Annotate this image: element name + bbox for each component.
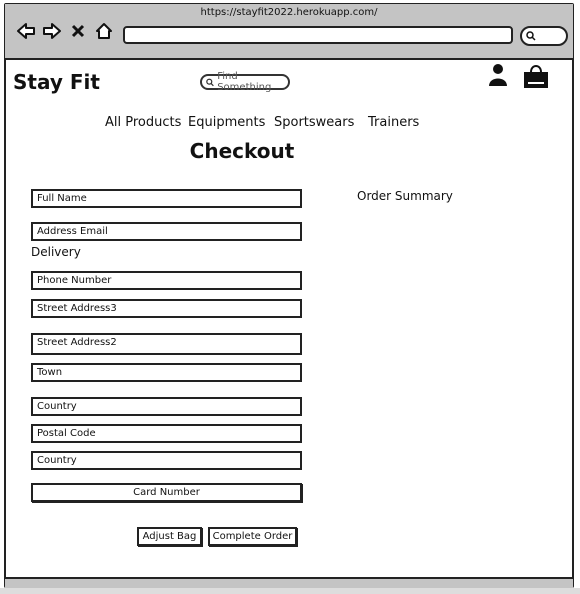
search-input[interactable]: Find Something: [200, 71, 290, 93]
nav-item-all-products[interactable]: All Products: [105, 115, 181, 130]
back-arrow-icon[interactable]: [15, 20, 37, 42]
order-summary-heading: Order Summary: [357, 189, 453, 203]
country-field[interactable]: Country: [31, 397, 302, 416]
complete-order-button[interactable]: Complete Order: [208, 527, 297, 546]
brand-logo[interactable]: Stay Fit: [13, 70, 100, 94]
url-text: https://stayfit2022.herokuapp.com/: [200, 7, 378, 18]
search-placeholder: Find Something: [217, 71, 272, 93]
forward-arrow-icon[interactable]: [41, 20, 63, 42]
browser-toolbar: https://stayfit2022.herokuapp.com/: [5, 4, 573, 60]
phone-field[interactable]: Phone Number: [31, 271, 302, 290]
adjust-bag-button[interactable]: Adjust Bag: [137, 527, 202, 546]
delivery-label: Delivery: [31, 245, 81, 259]
page-title: Checkout: [189, 139, 295, 163]
search-icon: [206, 78, 214, 86]
browser-nav: [15, 20, 115, 42]
nav-item-trainers[interactable]: Trainers: [368, 115, 419, 130]
user-icon[interactable]: [487, 63, 509, 91]
home-icon[interactable]: [93, 20, 115, 42]
email-field[interactable]: Address Email: [31, 222, 302, 241]
country-field-2[interactable]: Country: [31, 451, 302, 470]
card-number-field[interactable]: Card Number: [31, 483, 302, 502]
close-icon[interactable]: [67, 20, 89, 42]
nav-item-equipments[interactable]: Equipments: [188, 115, 265, 130]
browser-status-bar: [5, 577, 573, 588]
postal-code-field[interactable]: Postal Code: [31, 424, 302, 443]
horizontal-scrollbar[interactable]: [0, 588, 580, 594]
shopping-bag-icon[interactable]: [522, 62, 550, 94]
browser-search-box[interactable]: [520, 26, 568, 46]
full-name-field[interactable]: Full Name: [31, 189, 302, 208]
search-icon: [526, 31, 536, 41]
address-bar[interactable]: [123, 26, 513, 44]
town-field[interactable]: Town: [31, 363, 302, 382]
street-address3-field[interactable]: Street Address3: [31, 299, 302, 318]
nav-item-sportswears[interactable]: Sportswears: [274, 115, 354, 130]
street-address2-field[interactable]: Street Address2: [31, 333, 302, 355]
